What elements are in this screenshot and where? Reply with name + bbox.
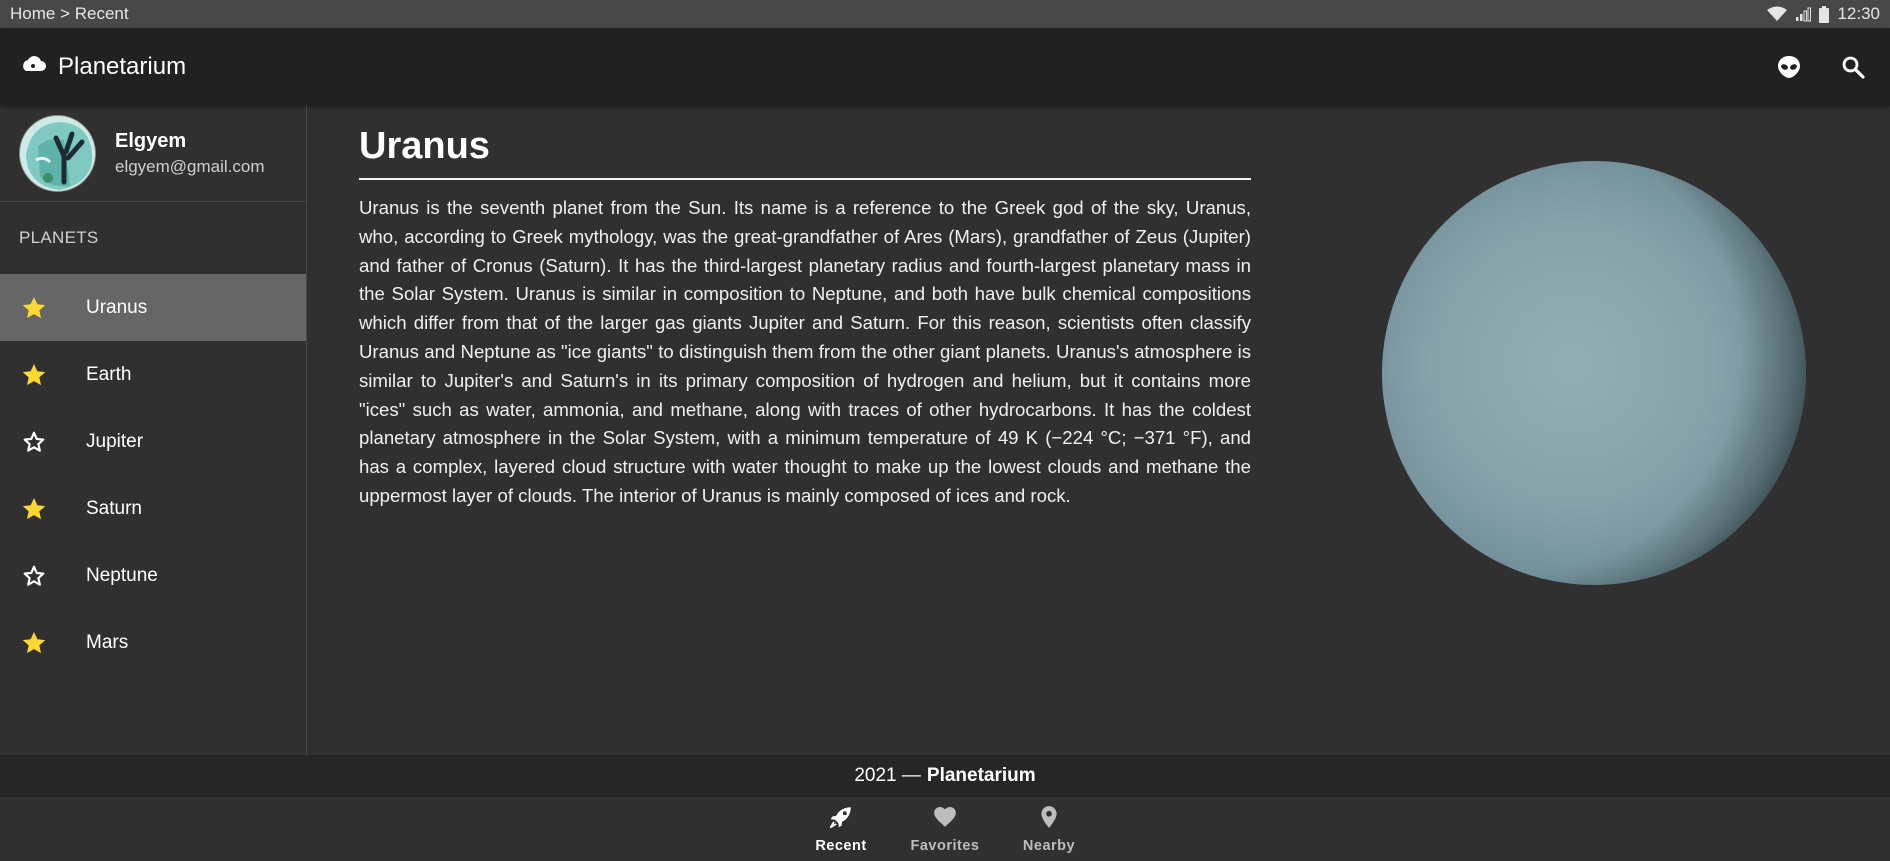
sidebar-item-saturn[interactable]: Saturn [0, 475, 306, 542]
sidebar-item-label: Jupiter [86, 430, 144, 452]
sidebar-item-label: Neptune [86, 564, 158, 586]
heart-icon [932, 804, 958, 835]
profile-email: elgyem@gmail.com [115, 156, 265, 176]
location-pin-icon [1036, 804, 1062, 835]
footer: 2021 — Planetarium [0, 755, 1890, 797]
profile-text: Elgyem elgyem@gmail.com [115, 130, 265, 177]
star-filled-icon[interactable] [20, 495, 48, 523]
sidebar-item-label: Mars [86, 631, 129, 653]
planet-title: Uranus [359, 125, 1251, 180]
bottom-nav-label: Nearby [1022, 838, 1076, 854]
alien-icon[interactable] [1774, 52, 1804, 82]
app-title-group: Planetarium [20, 53, 186, 81]
signal-icon [1795, 6, 1812, 22]
star-filled-icon[interactable] [20, 294, 48, 322]
sidebar: Elgyem elgyem@gmail.com PLANETS Uranus E… [0, 105, 307, 755]
app-actions [1774, 52, 1870, 82]
star-filled-icon[interactable] [20, 361, 48, 389]
status-icons: 12:30 [1767, 4, 1880, 24]
footer-year: 2021 — [854, 765, 921, 786]
app-title: Planetarium [58, 52, 187, 80]
sidebar-item-label: Saturn [86, 497, 142, 519]
avatar[interactable] [19, 114, 96, 192]
star-outline-icon[interactable] [20, 428, 48, 456]
planet-article: Uranus Uranus is the seventh planet from… [359, 125, 1251, 511]
bottom-nav-label: Favorites [910, 838, 980, 854]
sidebar-item-label: Earth [86, 363, 132, 385]
main-content: Uranus Uranus is the seventh planet from… [308, 105, 1890, 755]
planet-description: Uranus is the seventh planet from the Su… [359, 197, 1251, 506]
planets-section-label: PLANETS [19, 228, 99, 247]
sidebar-item-earth[interactable]: Earth [0, 341, 306, 408]
wifi-icon [1767, 6, 1788, 22]
sidebar-item-mars[interactable]: Mars [0, 609, 306, 676]
footer-brand: Planetarium [926, 765, 1036, 786]
breadcrumb: Home > Recent [10, 4, 129, 23]
star-filled-icon[interactable] [20, 629, 48, 657]
bottom-nav-recent[interactable]: Recent [809, 804, 873, 854]
profile-name: Elgyem [115, 129, 187, 152]
search-icon[interactable] [1838, 52, 1868, 82]
star-outline-icon[interactable] [20, 562, 48, 590]
battery-icon [1819, 5, 1830, 23]
rocket-icon [828, 804, 854, 835]
bottom-nav-label: Recent [815, 838, 867, 854]
sidebar-item-label: Uranus [86, 296, 148, 318]
app-bar: Planetarium [0, 28, 1890, 105]
bottom-navigation: Recent Favorites Nearby [0, 797, 1890, 861]
planet-image [1380, 157, 1810, 587]
bottom-nav-favorites[interactable]: Favorites [910, 804, 980, 854]
sidebar-item-uranus[interactable]: Uranus [0, 274, 306, 341]
sidebar-item-jupiter[interactable]: Jupiter [0, 408, 306, 475]
bottom-nav-nearby[interactable]: Nearby [1017, 804, 1081, 854]
status-bar: Home > Recent 12:30 [0, 0, 1890, 28]
profile-header: Elgyem elgyem@gmail.com [0, 105, 306, 202]
cloud-icon [20, 55, 46, 78]
clock: 12:30 [1837, 4, 1880, 23]
sidebar-item-neptune[interactable]: Neptune [0, 542, 306, 609]
